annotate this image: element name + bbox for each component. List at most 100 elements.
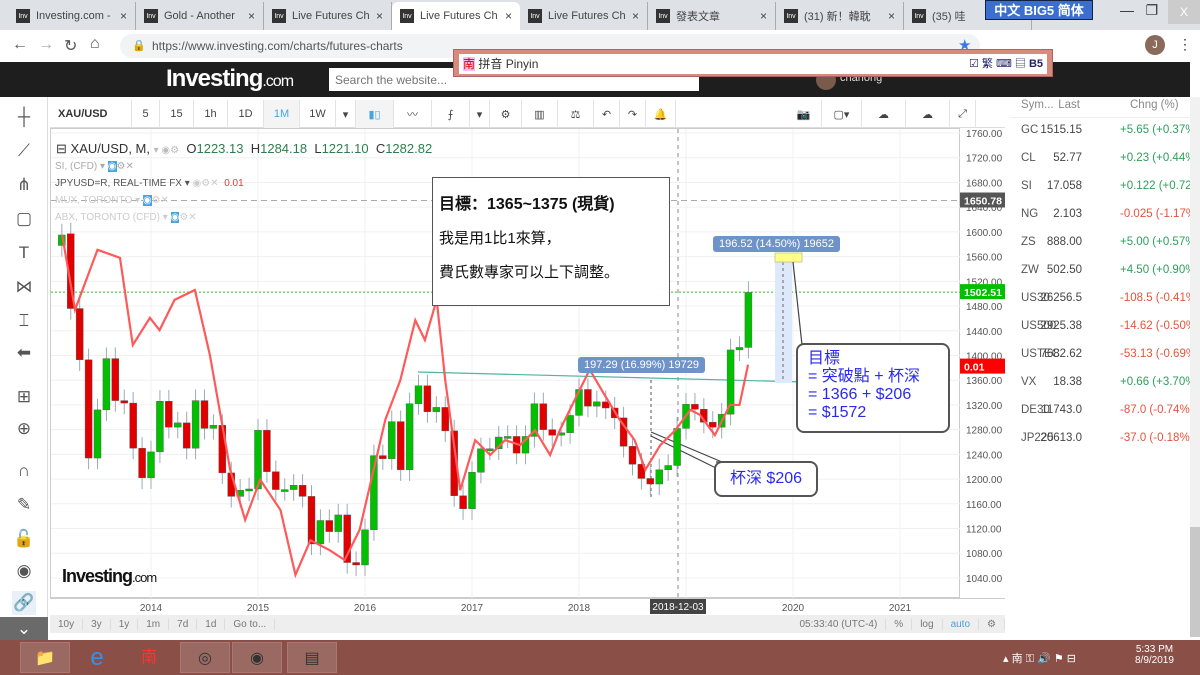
candle-body	[174, 422, 182, 428]
overlay-legend-jpyusd[interactable]: JPYUSD=R, REAL-TIME FX ▾ ◉⚙✕ 0.01	[55, 178, 244, 189]
range-7d[interactable]: 7d	[169, 618, 198, 630]
candle-body	[423, 385, 432, 412]
watchlist-row[interactable]: CL 52.77 +0.23 (+0.44%	[1010, 146, 1195, 171]
row-change: +5.65 (+0.37%	[1120, 124, 1196, 136]
watchlist-row[interactable]: US30 26256.5 -108.5 (-0.41%)	[1010, 286, 1200, 311]
candle-body	[709, 422, 717, 428]
overlay-legend-mux[interactable]: MUX, TORONTO ▾ ◉⚙✕	[55, 195, 169, 206]
callout-line: = 突破點 + 杯深	[808, 368, 921, 385]
watchlist-row[interactable]: GC 1515.15 +5.65 (+0.37%	[1010, 118, 1195, 143]
candle-body	[673, 428, 681, 466]
candle-body	[593, 401, 601, 407]
candle-body	[289, 485, 298, 490]
watchlist-row[interactable]: USTEC 7682.62 -53.13 (-0.69%)	[1010, 342, 1200, 367]
chart-bottom-bar: 10y 3y 1y 1m 7d 1d Go to... 05:33:40 (UT…	[50, 615, 1005, 633]
watchlist-row[interactable]: JP225 20613.0 -37.0 (-0.18%)	[1010, 426, 1194, 451]
chart-watermark: Investing.com	[62, 566, 157, 586]
y-tick-label: 1720.00	[966, 154, 1003, 165]
target-note[interactable]: 目標：1365~1375 (現貨) 我是用1比1來算， 費氏數專家可以上下調整。	[432, 177, 670, 306]
overlay-legend-abx[interactable]: ABX, TORONTO (CFD) ▾ ◉⚙✕	[55, 212, 197, 223]
overlay-price-label: 0.01	[964, 362, 985, 374]
taskbar: 📁 e 南 ◎ ◉ ▤ ▴ 南 ⚿ 🔊 ⚑ ⊟ 5:33 PM 8/9/2019	[0, 640, 1200, 675]
target-marker	[774, 252, 803, 263]
row-last: 2.103	[1053, 208, 1082, 220]
row-last: 7682.62	[1040, 348, 1082, 360]
percent-toggle[interactable]: %	[886, 618, 913, 630]
candle-body	[316, 520, 325, 545]
auto-toggle[interactable]: auto	[943, 618, 980, 630]
row-change: -87.0 (-0.74%)	[1120, 404, 1194, 416]
range-10y[interactable]: 10y	[50, 618, 84, 630]
candle-body	[93, 409, 102, 459]
y-tick-label: 1560.00	[966, 253, 1003, 264]
notepad-icon[interactable]: ▤	[287, 642, 337, 673]
candle-body	[468, 472, 476, 509]
goto-button[interactable]: Go to...	[225, 618, 276, 630]
y-tick-label: 1680.00	[966, 178, 1003, 189]
target-callout[interactable]: 目標 = 突破點 + 杯深 = 1366 + $206 = $1572	[796, 343, 950, 433]
candle-body	[245, 488, 253, 492]
ie-icon[interactable]: e	[72, 642, 122, 673]
chrome-icon[interactable]: ◉	[232, 642, 282, 673]
watchlist-header: Sym... Last Chng (%)	[1010, 93, 1190, 118]
measure-label-target[interactable]: 196.52 (14.50%) 19652	[713, 236, 840, 252]
y-tick-label: 1080.00	[966, 549, 1003, 560]
watchlist: Sym... Last Chng (%) GC 1515.15 +5.65 (+0.…	[1010, 97, 1200, 637]
legend-symbol[interactable]: XAU/USD, M,	[71, 141, 150, 156]
range-1m[interactable]: 1m	[138, 618, 170, 630]
file-explorer-icon[interactable]: 📁	[20, 642, 70, 673]
candle-body	[102, 358, 111, 411]
tray-icons[interactable]: ▴ 南 ⚿ 🔊 ⚑ ⊟	[1003, 650, 1076, 666]
watchlist-scrollbar[interactable]	[1190, 97, 1200, 637]
cup-depth-callout[interactable]: 杯深 $206	[714, 461, 818, 497]
overlay-legend-si[interactable]: SI, (CFD) ▾ ◉⚙✕	[55, 161, 134, 172]
candle-body	[111, 358, 120, 401]
candle-body	[200, 400, 209, 429]
candle-body	[566, 415, 574, 433]
candle-body	[352, 562, 360, 566]
watchlist-row[interactable]: US500 2925.38 -14.62 (-0.50%)	[1010, 314, 1200, 339]
candle-body	[191, 400, 200, 449]
candle-body	[548, 429, 556, 436]
row-change: +4.50 (+0.90%	[1120, 264, 1196, 276]
row-last: 2925.38	[1040, 320, 1082, 332]
watchlist-row[interactable]: NG 2.103 -0.025 (-1.17%)	[1010, 202, 1200, 227]
candle-body	[388, 421, 396, 459]
tray-clock[interactable]: 5:33 PM 8/9/2019	[1135, 644, 1174, 666]
candle-body	[307, 496, 316, 545]
watchlist-row[interactable]: VX 18.38 +0.66 (+3.70%	[1010, 370, 1195, 395]
note-line: 我是用1比1來算，	[439, 230, 561, 247]
range-1d[interactable]: 1d	[197, 618, 226, 630]
y-tick-label: 1120.00	[966, 525, 1002, 536]
axis-settings-icon[interactable]: ⚙	[979, 618, 1005, 630]
last-price-label: 1502.51	[964, 287, 1002, 299]
row-last: 1515.15	[1040, 124, 1082, 136]
watchlist-row[interactable]: ZS 888.00 +5.00 (+0.57%	[1010, 230, 1195, 255]
ime-app-icon[interactable]: 南	[124, 642, 174, 673]
callout-pointer	[792, 261, 812, 346]
y-tick-label: 1480.00	[966, 302, 1003, 313]
log-toggle[interactable]: log	[912, 618, 943, 630]
chromium-icon[interactable]: ◎	[180, 642, 230, 673]
range-3y[interactable]: 3y	[83, 618, 111, 630]
row-change: +0.23 (+0.44%	[1120, 152, 1196, 164]
row-symbol: GC	[1021, 124, 1039, 136]
watchlist-row[interactable]: SI 17.058 +0.122 (+0.72%	[1010, 174, 1200, 199]
candle-body	[744, 292, 753, 348]
candle-body	[503, 436, 512, 439]
candle-body	[405, 403, 414, 471]
candle-body	[120, 400, 128, 404]
legend-close: 1282.82	[385, 141, 433, 156]
row-change: -0.025 (-1.17%)	[1120, 208, 1200, 220]
measure-label-cup[interactable]: 197.29 (16.99%) 19729	[578, 357, 705, 373]
watchlist-row[interactable]: ZW 502.50 +4.50 (+0.90%	[1010, 258, 1195, 283]
y-tick-label: 1360.00	[966, 376, 1003, 387]
candle-body	[165, 401, 173, 428]
candle-body	[325, 520, 334, 532]
candle-body	[539, 403, 548, 430]
collapse-legend-icon[interactable]: ⊟	[56, 141, 67, 156]
y-tick-label: 1600.00	[966, 228, 1003, 239]
y-tick-label: 1440.00	[966, 327, 1003, 338]
watchlist-row[interactable]: DE30 11743.0 -87.0 (-0.74%)	[1010, 398, 1194, 423]
range-1y[interactable]: 1y	[111, 618, 139, 630]
